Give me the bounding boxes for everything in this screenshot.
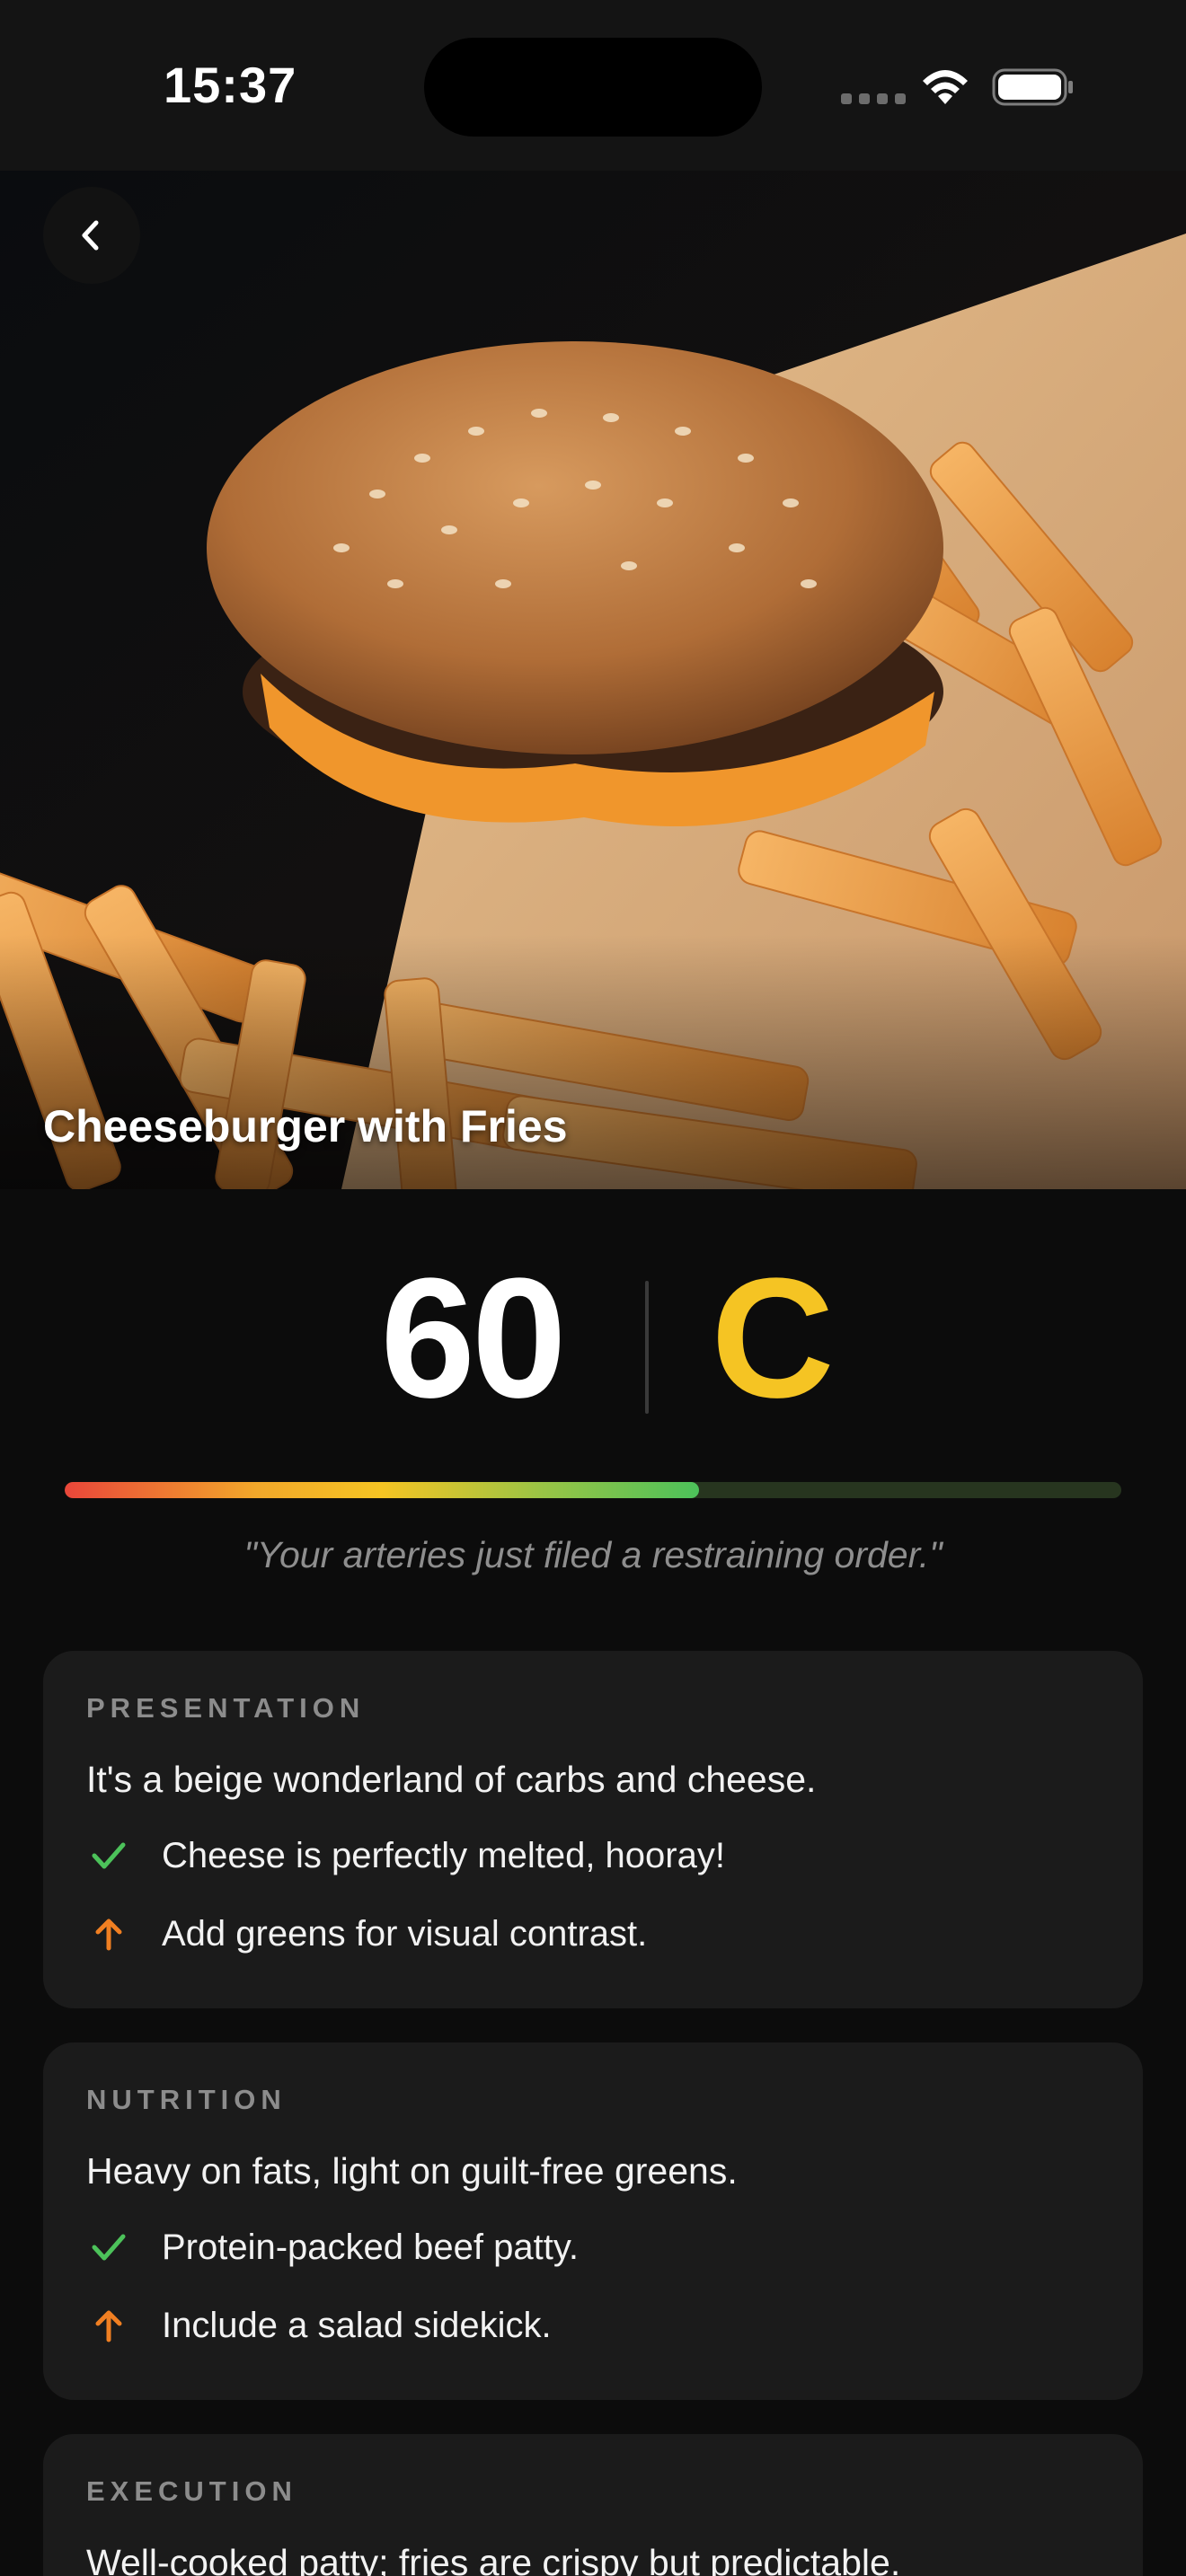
improve-item: Include a salad sidekick. <box>86 2298 552 2352</box>
positive-text: Cheese is perfectly melted, hooray! <box>162 1835 725 1875</box>
card-label: EXECUTION <box>86 2475 297 2507</box>
card-label: PRESENTATION <box>86 1692 366 1724</box>
roast-quote: "Your arteries just filed a restraining … <box>243 1534 943 1575</box>
nutrition-card: NUTRITION Heavy on fats, light on guilt-… <box>43 2042 1143 2400</box>
checkmark-icon <box>86 2225 131 2270</box>
screen: 15:37 Cheeseburger with Fries 60 C "Your… <box>0 0 1186 2576</box>
score-row: 60 C <box>0 1243 1186 1434</box>
positive-item: Protein-packed beef patty. <box>86 2220 579 2274</box>
arrow-up-icon <box>86 2303 131 2348</box>
cellular-icon <box>841 93 906 104</box>
positive-text: Protein-packed beef patty. <box>162 2227 579 2267</box>
card-summary: Heavy on fats, light on guilt-free green… <box>86 2150 738 2192</box>
card-summary: It's a beige wonderland of carbs and che… <box>86 1759 817 1800</box>
dynamic-island <box>424 38 762 137</box>
improve-text: Add greens for visual contrast. <box>162 1913 648 1954</box>
status-bar: 15:37 <box>0 0 1186 171</box>
battery-icon <box>992 68 1073 106</box>
score-bar-fill <box>65 1482 699 1498</box>
status-time: 15:37 <box>164 57 297 113</box>
score-divider <box>645 1281 649 1414</box>
dish-title: Cheeseburger with Fries <box>43 1101 568 1151</box>
score-number: 60 <box>380 1243 566 1434</box>
score-bar <box>65 1482 1121 1498</box>
score-grade: C <box>711 1243 835 1434</box>
checkmark-icon <box>86 1833 131 1878</box>
hero-image: Cheeseburger with Fries <box>0 171 1186 1189</box>
card-summary: Well-cooked patty; fries are crispy but … <box>86 2542 901 2576</box>
execution-card: EXECUTION Well-cooked patty; fries are c… <box>43 2434 1143 2576</box>
presentation-card: PRESENTATION It's a beige wonderland of … <box>43 1651 1143 2008</box>
positive-item: Cheese is perfectly melted, hooray! <box>86 1829 725 1883</box>
improve-item: Add greens for visual contrast. <box>86 1907 647 1961</box>
chevron-left-icon <box>82 220 99 251</box>
wifi-icon <box>923 70 968 104</box>
card-label: NUTRITION <box>86 2084 287 2115</box>
back-button[interactable] <box>43 187 140 284</box>
burger-photo <box>0 171 1186 1189</box>
improve-text: Include a salad sidekick. <box>162 2305 552 2345</box>
arrow-up-icon <box>86 1911 131 1956</box>
